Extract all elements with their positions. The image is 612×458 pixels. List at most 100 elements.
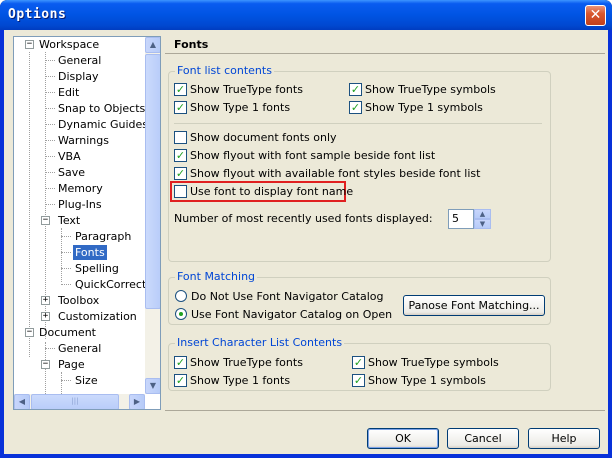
tree-item-display[interactable]: Display <box>56 69 101 84</box>
show-type1-fonts-label: Show Type 1 fonts <box>190 101 291 114</box>
window-title: Options <box>8 7 67 22</box>
scroll-left-icon[interactable]: ◀ <box>14 394 30 409</box>
show-truetype-fonts-checkbox[interactable]: ✓ Show TrueType fonts <box>174 82 303 97</box>
recent-fonts-input[interactable]: 5 <box>448 209 474 229</box>
checkmark-icon: ✓ <box>349 82 362 96</box>
spin-up-icon[interactable]: ▲ <box>474 209 491 219</box>
show-document-fonts-label: Show document fonts only <box>190 131 337 144</box>
use-navigator-label: Use Font Navigator Catalog on Open <box>191 308 393 321</box>
title-bar[interactable]: Options ✕ <box>0 0 612 30</box>
help-button[interactable]: Help <box>528 428 600 449</box>
frame-bottom <box>0 454 612 458</box>
collapse-workspace-icon[interactable]: − <box>25 40 34 49</box>
scroll-up-icon[interactable]: ▲ <box>145 37 160 53</box>
ok-button[interactable]: OK <box>367 428 439 449</box>
tree-item-document-general[interactable]: General <box>56 341 103 356</box>
show-type1-symbols-checkbox[interactable]: ✓ Show Type 1 symbols <box>349 100 483 115</box>
radio-off-icon <box>175 290 187 302</box>
checkmark-icon: ✓ <box>174 100 187 114</box>
divider <box>174 123 542 124</box>
ic-truetype-symbols-label: Show TrueType symbols <box>368 356 499 369</box>
checkmark-icon: ✓ <box>174 166 187 180</box>
tree-item-memory[interactable]: Memory <box>56 181 105 196</box>
ic-type1-fonts-label: Show Type 1 fonts <box>190 374 291 387</box>
checkmark-icon: ✓ <box>174 82 187 96</box>
tree-item-size[interactable]: Size <box>73 373 100 388</box>
panel-title: Fonts <box>174 38 209 51</box>
ic-type1-symbols-checkbox[interactable]: ✓ Show Type 1 symbols <box>352 373 486 388</box>
ic-truetype-symbols-checkbox[interactable]: ✓ Show TrueType symbols <box>352 355 499 370</box>
ic-truetype-fonts-label: Show TrueType fonts <box>190 356 303 369</box>
tree-item-snap-to-objects[interactable]: Snap to Objects <box>56 101 147 116</box>
insert-char-group-title: Insert Character List Contents <box>175 336 345 349</box>
checkmark-icon: ✓ <box>174 148 187 162</box>
scroll-down-icon[interactable]: ▼ <box>145 378 160 394</box>
show-truetype-symbols-label: Show TrueType symbols <box>365 83 496 96</box>
tree-item-quickcorrect[interactable]: QuickCorrect <box>73 277 148 292</box>
scroll-thumb-horizontal[interactable]: ||| <box>31 394 119 409</box>
ic-truetype-fonts-checkbox[interactable]: ✓ Show TrueType fonts <box>174 355 303 370</box>
tree-item-vba[interactable]: VBA <box>56 149 83 164</box>
cancel-button[interactable]: Cancel <box>447 428 519 449</box>
use-navigator-radio[interactable]: Use Font Navigator Catalog on Open <box>175 308 392 322</box>
tree-item-edit[interactable]: Edit <box>56 85 81 100</box>
panose-button[interactable]: Panose Font Matching... <box>403 295 545 316</box>
tree-item-workspace[interactable]: Workspace <box>37 37 101 52</box>
tree-item-spelling[interactable]: Spelling <box>73 261 121 276</box>
tree-item-save[interactable]: Save <box>56 165 87 180</box>
tree-item-general[interactable]: General <box>56 53 103 68</box>
tree-item-paragraph[interactable]: Paragraph <box>73 229 133 244</box>
radio-on-icon <box>175 308 187 320</box>
panel-header: Fonts <box>165 36 605 54</box>
unchecked-box-icon <box>174 130 187 144</box>
expand-toolbox-icon[interactable]: + <box>41 296 50 305</box>
unchecked-box-icon <box>174 184 187 198</box>
tree-item-customization[interactable]: Customization <box>56 309 139 324</box>
tree-item-page[interactable]: Page <box>56 357 87 372</box>
show-flyout-styles-checkbox[interactable]: ✓ Show flyout with available font styles … <box>174 166 480 181</box>
checkmark-icon: ✓ <box>352 373 365 387</box>
tree-item-toolbox[interactable]: Toolbox <box>56 293 101 308</box>
tree-item-warnings[interactable]: Warnings <box>56 133 111 148</box>
use-font-display-checkbox[interactable]: Use font to display font name <box>174 184 354 199</box>
tree-item-plug-ins[interactable]: Plug-Ins <box>56 197 104 212</box>
recent-fonts-label: Number of most recently used fonts displ… <box>174 212 433 225</box>
tree-item-fonts[interactable]: Fonts <box>73 245 107 260</box>
checkmark-icon: ✓ <box>174 355 187 369</box>
fonts-panel: Font list contents ✓ Show TrueType fonts … <box>165 54 605 409</box>
collapse-document-icon[interactable]: − <box>25 328 34 337</box>
tree-item-text[interactable]: Text <box>56 213 82 228</box>
show-flyout-sample-checkbox[interactable]: ✓ Show flyout with font sample beside fon… <box>174 148 435 163</box>
insert-char-group: Insert Character List Contents ✓ Show Tru… <box>168 336 551 391</box>
dialog-client: − Workspace General Display Edit Snap to… <box>4 30 608 454</box>
font-list-group: Font list contents ✓ Show TrueType fonts … <box>168 64 551 262</box>
font-matching-group-title: Font Matching <box>175 270 258 283</box>
no-navigator-radio[interactable]: Do Not Use Font Navigator Catalog <box>175 290 384 304</box>
checkmark-icon: ✓ <box>174 373 187 387</box>
close-icon[interactable]: ✕ <box>585 5 606 26</box>
checkmark-icon: ✓ <box>352 355 365 369</box>
ic-type1-symbols-label: Show Type 1 symbols <box>368 374 486 387</box>
expand-customization-icon[interactable]: + <box>41 312 50 321</box>
font-list-group-title: Font list contents <box>175 64 274 77</box>
scroll-thumb-vertical[interactable] <box>145 54 160 309</box>
category-tree[interactable]: − Workspace General Display Edit Snap to… <box>13 36 161 410</box>
tree-item-dynamic-guides[interactable]: Dynamic Guides <box>56 117 150 132</box>
font-matching-group: Font Matching Do Not Use Font Navigator … <box>168 270 551 325</box>
show-type1-symbols-label: Show Type 1 symbols <box>365 101 483 114</box>
tree-horizontal-scrollbar[interactable]: ◀ ||| ▶ <box>14 394 145 409</box>
ic-type1-fonts-checkbox[interactable]: ✓ Show Type 1 fonts <box>174 373 291 388</box>
collapse-page-icon[interactable]: − <box>41 360 50 369</box>
options-dialog: Options ✕ − Workspace General Display Ed… <box>0 0 612 458</box>
spin-down-icon[interactable]: ▼ <box>474 219 491 229</box>
tree-vertical-scrollbar[interactable]: ▲ ▼ <box>145 37 160 394</box>
no-navigator-label: Do Not Use Font Navigator Catalog <box>191 290 384 303</box>
tree-item-document[interactable]: Document <box>37 325 98 340</box>
show-document-fonts-checkbox[interactable]: Show document fonts only <box>174 130 337 145</box>
show-truetype-symbols-checkbox[interactable]: ✓ Show TrueType symbols <box>349 82 496 97</box>
show-type1-fonts-checkbox[interactable]: ✓ Show Type 1 fonts <box>174 100 291 115</box>
collapse-text-icon[interactable]: − <box>41 216 50 225</box>
frame-right <box>608 30 612 458</box>
use-font-display-label: Use font to display font name <box>190 185 354 198</box>
scroll-right-icon[interactable]: ▶ <box>129 394 145 409</box>
